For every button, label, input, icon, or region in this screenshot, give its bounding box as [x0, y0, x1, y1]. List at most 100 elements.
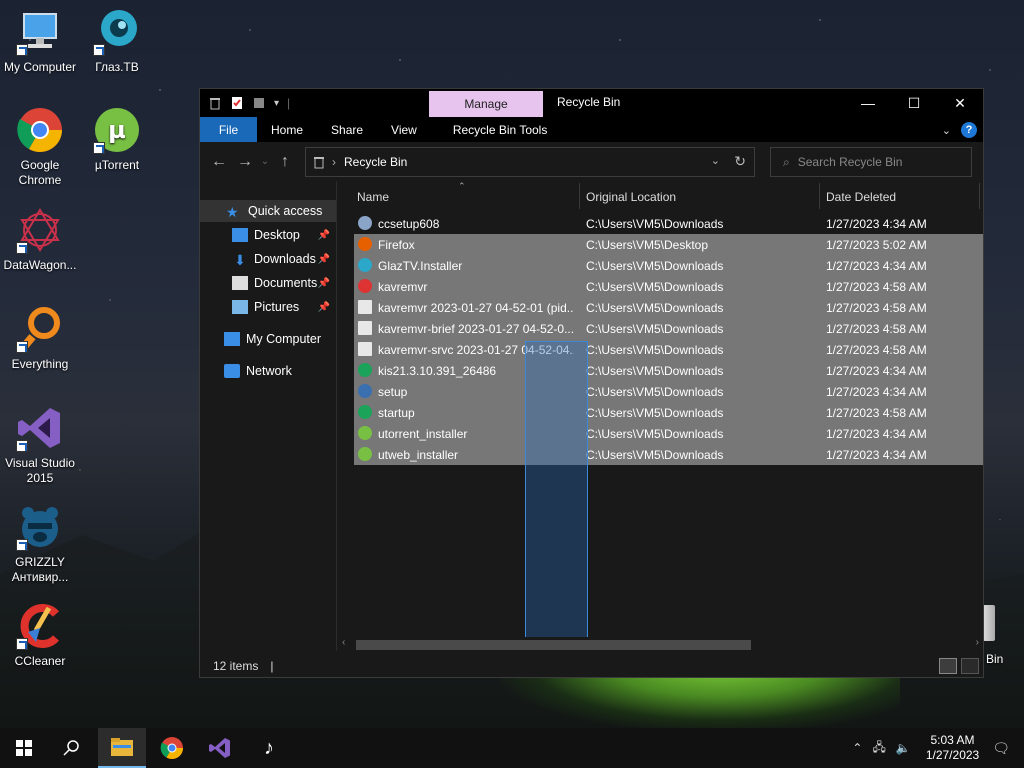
taskbar-chrome[interactable]	[148, 728, 196, 768]
horizontal-scrollbar[interactable]: ‹ ›	[338, 637, 983, 653]
explorer-window: ▾ | Manage Recycle Bin — ☐ ✕ File Home S…	[199, 88, 984, 678]
tab-home[interactable]: Home	[257, 117, 317, 142]
nav-documents[interactable]: Documents 📌	[200, 272, 336, 294]
desktop-icon-recycle-bin-label[interactable]: Bin	[986, 652, 1003, 666]
clock-date: 1/27/2023	[925, 748, 980, 762]
column-divider[interactable]	[979, 183, 980, 209]
desktop-icon-everything[interactable]: Everything	[0, 305, 80, 372]
column-name[interactable]: Name	[357, 190, 389, 204]
tab-recycle-bin-tools[interactable]: Recycle Bin Tools	[439, 117, 562, 142]
file-row[interactable]: kavremvr-brief 2023-01-27 04-52-0... C:\U…	[354, 318, 983, 339]
desktop-icon-datawagon[interactable]: DataWagon...	[0, 206, 80, 273]
recycle-bin-icon	[983, 605, 995, 641]
nav-network[interactable]: Network	[200, 360, 336, 382]
recycle-bin-location-icon	[314, 157, 324, 169]
refresh-icon[interactable]: ↻	[734, 153, 746, 170]
address-dropdown-icon[interactable]: ⌄	[711, 154, 720, 167]
glaztv-icon	[358, 258, 372, 272]
file-row[interactable]: kis21.3.10.391_26486 C:\Users\VM5\Downloa…	[354, 360, 983, 381]
nav-quick-access[interactable]: ★ Quick access	[200, 200, 336, 222]
file-row[interactable]: utorrent_installer C:\Users\VM5\Downloads…	[354, 423, 983, 444]
desktop-icon-glaz-tv[interactable]: Глаз.ТВ	[77, 8, 157, 75]
file-row[interactable]: kavremvr-srvc 2023-01-27 04-52-04... C:\U…	[354, 339, 983, 360]
clock[interactable]: 5:03 AM 1/27/2023	[926, 733, 979, 763]
taskbar: ♪ ⌃ 🖧 🔈 5:03 AM 1/27/2023 🗨	[0, 728, 1024, 768]
taskbar-tiktok[interactable]: ♪	[245, 728, 293, 768]
scroll-right-icon[interactable]: ›	[976, 637, 979, 648]
tab-file[interactable]: File	[200, 117, 257, 142]
desktop-icon-google-chrome[interactable]: Google Chrome	[0, 106, 80, 188]
desktop-icon-visual-studio[interactable]: Visual Studio 2015	[0, 404, 80, 486]
scrollbar-thumb[interactable]	[356, 640, 751, 650]
file-original-location: C:\Users\VM5\Downloads	[586, 448, 724, 462]
search-icon	[63, 740, 79, 756]
desktop-icon-label: Google Chrome	[18, 158, 62, 187]
breadcrumb-chevron-icon[interactable]: ›	[332, 155, 336, 169]
downloads-icon: ⬇	[234, 252, 246, 268]
file-row[interactable]: kavremvr C:\Users\VM5\Downloads 1/27/2023 …	[354, 276, 983, 297]
volume-icon[interactable]: 🔈	[896, 741, 911, 755]
kaspersky-icon	[358, 405, 372, 419]
file-original-location: C:\Users\VM5\Downloads	[586, 385, 724, 399]
up-arrow-icon[interactable]: ↑	[272, 153, 298, 171]
title-bar[interactable]: ▾ | Manage Recycle Bin — ☐ ✕	[200, 89, 983, 117]
help-icon[interactable]: ?	[961, 122, 977, 138]
pin-icon[interactable]: 📌	[318, 230, 330, 241]
nav-label: Desktop	[254, 228, 300, 242]
file-row[interactable]: startup C:\Users\VM5\Downloads 1/27/2023 4…	[354, 402, 983, 423]
recent-locations-icon[interactable]: ⌄	[258, 156, 272, 167]
column-divider[interactable]	[819, 183, 820, 209]
breadcrumb-recycle-bin[interactable]: Recycle Bin	[344, 155, 407, 169]
file-row[interactable]: ccsetup608 C:\Users\VM5\Downloads 1/27/202…	[354, 213, 983, 234]
details-view-icon[interactable]	[939, 658, 957, 674]
pin-icon[interactable]: 📌	[318, 302, 330, 313]
file-row[interactable]: utweb_installer C:\Users\VM5\Downloads 1/2…	[354, 444, 983, 465]
file-original-location: C:\Users\VM5\Downloads	[586, 217, 724, 231]
desktop-icon-my-computer[interactable]: My Computer	[0, 8, 80, 75]
desktop-icon-ccleaner[interactable]: CCleaner	[0, 602, 80, 669]
large-icons-view-icon[interactable]	[961, 658, 979, 674]
search-button[interactable]	[48, 728, 96, 768]
file-row[interactable]: GlazTV.Installer C:\Users\VM5\Downloads 1/…	[354, 255, 983, 276]
close-button[interactable]: ✕	[937, 89, 983, 117]
pin-icon[interactable]: 📌	[318, 278, 330, 289]
new-folder-icon[interactable]	[252, 96, 266, 110]
taskbar-visual-studio[interactable]	[196, 728, 244, 768]
desktop-icon-grizzly[interactable]: GRIZZLY Антивир...	[0, 503, 80, 585]
nav-my-computer[interactable]: My Computer	[200, 328, 336, 350]
back-arrow-icon[interactable]: ←	[206, 153, 232, 171]
nav-pictures[interactable]: Pictures 📌	[200, 296, 336, 318]
notifications-icon[interactable]: 🗨	[992, 740, 1010, 757]
network-tray-icon[interactable]: 🖧	[872, 738, 885, 759]
tab-view[interactable]: View	[377, 117, 439, 142]
setup-icon	[358, 384, 372, 398]
file-row[interactable]: setup C:\Users\VM5\Downloads 1/27/2023 4:3…	[354, 381, 983, 402]
column-divider[interactable]	[579, 183, 580, 209]
forward-arrow-icon[interactable]: →	[232, 153, 258, 171]
address-bar[interactable]: › Recycle Bin ⌄ ↻	[305, 147, 755, 177]
file-name: kavremvr-brief 2023-01-27 04-52-0...	[378, 322, 574, 336]
datawagon-icon	[16, 206, 64, 254]
search-box[interactable]: ⌕ Search Recycle Bin	[770, 147, 972, 177]
start-button[interactable]	[0, 728, 48, 768]
file-row[interactable]: Firefox C:\Users\VM5\Desktop 1/27/2023 5:0…	[354, 234, 983, 255]
properties-icon[interactable]	[230, 96, 244, 110]
maximize-button[interactable]: ☐	[891, 89, 937, 117]
desktop-icon-utorrent[interactable]: µ µTorrent	[77, 106, 157, 173]
minimize-button[interactable]: —	[845, 89, 891, 117]
clock-time: 5:03 AM	[930, 733, 975, 747]
file-row[interactable]: kavremvr 2023-01-27 04-52-01 (pid... C:\U…	[354, 297, 983, 318]
show-hidden-icons-icon[interactable]: ⌃	[852, 741, 862, 755]
pin-icon[interactable]: 📌	[318, 254, 330, 265]
tab-share[interactable]: Share	[317, 117, 377, 142]
taskbar-file-explorer[interactable]	[98, 728, 146, 768]
expand-ribbon-icon[interactable]: ⌄	[942, 124, 951, 137]
scroll-left-icon[interactable]: ‹	[342, 637, 345, 648]
tab-manage[interactable]: Manage	[429, 91, 543, 117]
file-date-deleted: 1/27/2023 4:34 AM	[826, 217, 927, 231]
column-original-location[interactable]: Original Location	[586, 190, 676, 204]
column-date-deleted[interactable]: Date Deleted	[826, 190, 896, 204]
nav-desktop[interactable]: Desktop 📌	[200, 224, 336, 246]
qat-customize-icon[interactable]: ▾	[274, 98, 279, 109]
nav-downloads[interactable]: ⬇ Downloads 📌	[200, 248, 336, 270]
